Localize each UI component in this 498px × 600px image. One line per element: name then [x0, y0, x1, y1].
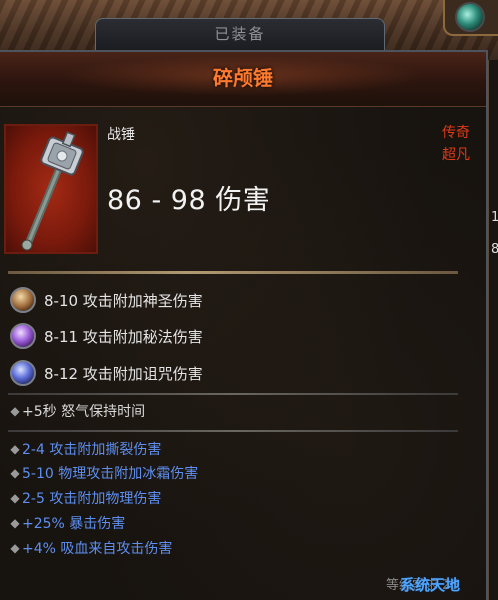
bullet-icon: ◆ [10, 541, 20, 555]
arcane-gem-icon [10, 323, 36, 349]
affix-row: ◆ 2-5 攻击附加物理伤害 [8, 487, 161, 509]
curse-gem-icon [10, 360, 36, 386]
implicit-affix: ◆ +5秒 怒气保持时间 [8, 400, 145, 422]
equipped-tab[interactable]: 已装备 [95, 18, 385, 50]
rarity-sublabel: 超凡 [442, 147, 470, 163]
gem-icon [455, 2, 485, 32]
item-damage: 86 - 98 伤害 [107, 185, 271, 216]
watermark-logo: 系统天地 [400, 576, 461, 594]
side-panel: 1 8 [488, 60, 498, 600]
gem-affix-row: 8-12 攻击附加诅咒伤害 [10, 359, 203, 387]
affix-text: +4% 吸血来自攻击伤害 [22, 541, 173, 557]
affix-text: 2-5 攻击附加物理伤害 [22, 491, 162, 507]
holy-gem-icon [10, 287, 36, 313]
item-icon-frame [4, 124, 98, 254]
affix-row: ◆ +4% 吸血来自攻击伤害 [8, 537, 172, 559]
item-tooltip: 碎颅锤 战锤 传奇 超凡 86 - 98 伤害 8-10 攻击附加神圣伤害 8-… [0, 50, 488, 600]
gem-affix-text: 8-12 攻击附加诅咒伤害 [44, 364, 203, 383]
bullet-icon: ◆ [10, 466, 20, 480]
side-panel-value: 1 [491, 210, 498, 225]
rarity-label: 传奇 [442, 125, 470, 141]
affix-text: +5秒 怒气保持时间 [22, 404, 146, 420]
gem-affix-row: 8-10 攻击附加神圣伤害 [10, 286, 203, 314]
section-divider [8, 430, 458, 432]
item-type: 战锤 [107, 127, 135, 143]
bullet-icon: ◆ [10, 404, 20, 418]
gem-affix-text: 8-11 攻击附加秘法伤害 [44, 327, 203, 346]
bullet-icon: ◆ [10, 491, 20, 505]
gem-affix-row: 8-11 攻击附加秘法伤害 [10, 322, 203, 350]
bullet-icon: ◆ [10, 442, 20, 456]
section-divider [8, 271, 458, 274]
war-hammer-icon [21, 131, 84, 251]
item-name: 碎颅锤 [213, 66, 273, 90]
affix-row: ◆ +25% 暴击伤害 [8, 512, 125, 534]
gem-affix-text: 8-10 攻击附加神圣伤害 [44, 291, 203, 310]
side-panel-value: 8 [491, 242, 498, 257]
affix-text: 5-10 物理攻击附加冰霜伤害 [22, 466, 199, 482]
affix-row: ◆ 2-4 攻击附加撕裂伤害 [8, 438, 161, 460]
equipped-gem-slot[interactable] [443, 0, 498, 36]
item-rarity: 传奇 超凡 [442, 122, 470, 166]
section-divider [8, 393, 458, 395]
affix-text: +25% 暴击伤害 [22, 516, 126, 532]
affix-text: 2-4 攻击附加撕裂伤害 [22, 442, 162, 458]
affix-row: ◆ 5-10 物理攻击附加冰霜伤害 [8, 462, 198, 484]
bullet-icon: ◆ [10, 516, 20, 530]
